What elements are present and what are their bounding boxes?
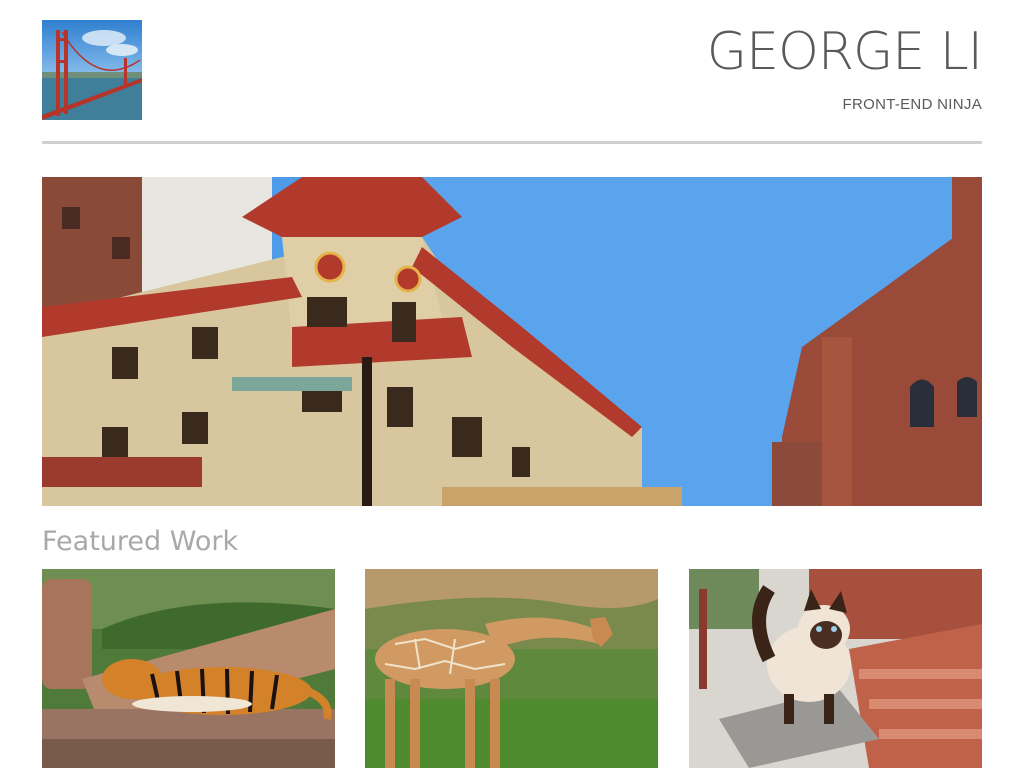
featured-work-heading: Featured Work bbox=[42, 526, 239, 557]
featured-item-tiger[interactable] bbox=[42, 569, 335, 768]
featured-item-cat[interactable] bbox=[689, 569, 982, 768]
featured-item-giraffe[interactable] bbox=[365, 569, 658, 768]
site-header: GEORGE LI FRONT-END NINJA bbox=[42, 20, 983, 120]
header-divider bbox=[42, 141, 982, 144]
logo-golden-gate-image[interactable] bbox=[42, 20, 142, 120]
hero-image-chinatown bbox=[42, 177, 982, 506]
site-tagline: FRONT-END NINJA bbox=[842, 96, 982, 113]
site-name: GEORGE LI bbox=[706, 22, 983, 82]
